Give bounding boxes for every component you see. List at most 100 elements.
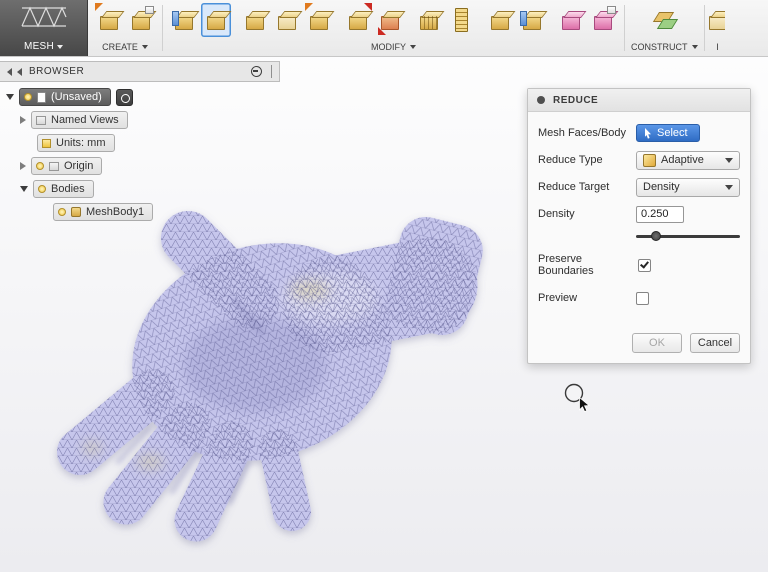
tree-item-meshbody1[interactable]: MeshBody1 [53, 203, 153, 221]
preserve-boundaries-checkbox[interactable] [638, 259, 651, 272]
drag-grip-icon[interactable] [537, 96, 545, 104]
visibility-bulb-icon[interactable] [38, 185, 46, 193]
browser-tree: (Unsaved) Named Views Units: mm [0, 82, 280, 222]
cube-glyph [100, 16, 118, 30]
merge-bodies-icon[interactable] [485, 3, 515, 37]
preview-label: Preview [538, 292, 577, 304]
density-slider-wrap [538, 231, 740, 242]
hatch-accent [421, 16, 437, 29]
visibility-bulb-icon[interactable] [58, 208, 66, 216]
preserve-boundaries-label: Preserve Boundaries [538, 253, 638, 277]
midplane-icon[interactable] [649, 3, 679, 37]
expander-closed-icon[interactable] [20, 116, 26, 124]
toolbar-group-partial: I [705, 0, 725, 56]
cube-glyph [562, 16, 580, 30]
tree-item-bodies[interactable]: Bodies [33, 180, 94, 198]
cube-glyph [594, 16, 612, 30]
browser-header: BROWSER [0, 61, 280, 82]
mini-cube-accent [145, 6, 154, 14]
mesh-faces-row: Mesh Faces/Body Select [538, 123, 740, 143]
reduce-dialog-body: Mesh Faces/Body Select Reduce Type Adap [528, 112, 750, 308]
red-arrow-accent [364, 3, 372, 11]
reduce-type-control: Adaptive [636, 151, 740, 170]
chevron-down-icon [725, 185, 733, 190]
cube-glyph [246, 16, 264, 30]
expander-open-icon[interactable] [20, 186, 28, 192]
partial-menu[interactable]: I [716, 42, 719, 53]
clipped-tool-icon[interactable] [705, 3, 725, 37]
create-mesh-section-icon[interactable] [126, 3, 156, 37]
reduce-type-value: Adaptive [661, 154, 720, 166]
mesh-grid-icon [21, 3, 67, 29]
folder-icon [36, 116, 46, 125]
select-button-label: Select [657, 127, 688, 139]
plane-cut-icon[interactable] [343, 3, 373, 37]
mesh-tab-label: MESH [24, 41, 63, 52]
expander-open-icon[interactable] [6, 94, 14, 100]
smooth-icon[interactable] [304, 3, 334, 37]
construct-menu[interactable]: CONSTRUCT [631, 42, 698, 53]
reduce-type-dropdown[interactable]: Adaptive [636, 151, 740, 170]
red-arrow-accent [378, 27, 386, 35]
tree-item-origin[interactable]: Origin [31, 157, 102, 175]
delete-faces-icon[interactable] [414, 3, 444, 37]
mesh-tab-text: MESH [24, 41, 54, 52]
tree-row-document: (Unsaved) [0, 87, 280, 107]
tree-item-unsaved[interactable]: (Unsaved) [19, 88, 111, 106]
reduce-dialog: REDUCE Mesh Faces/Body Select Reduce Typ… [527, 88, 751, 364]
preserve-boundaries-row: Preserve Boundaries [538, 255, 740, 275]
make-closed-mesh-icon[interactable] [240, 3, 270, 37]
toolbar-group-create: CREATE [88, 0, 162, 56]
density-control [636, 206, 740, 223]
density-slider[interactable] [636, 231, 740, 242]
insert-mesh-icon[interactable] [94, 3, 124, 37]
tree-item-label: MeshBody1 [86, 206, 144, 218]
preview-checkbox[interactable] [636, 292, 649, 305]
expander-closed-icon[interactable] [20, 162, 26, 170]
remesh-icon[interactable] [169, 3, 199, 37]
tab-mesh[interactable]: MESH [0, 0, 88, 56]
slider-thumb[interactable] [651, 231, 661, 241]
separate-icon[interactable] [446, 3, 476, 37]
collapse-browser-icon[interactable] [7, 68, 12, 76]
cube-glyph [349, 16, 367, 30]
mouse-cursor [563, 382, 593, 414]
face-groups-icon[interactable] [517, 3, 547, 37]
create-menu[interactable]: CREATE [102, 42, 148, 53]
active-document-indicator-icon[interactable] [116, 89, 133, 106]
chevron-down-icon [725, 158, 733, 163]
visibility-bulb-icon[interactable] [36, 162, 44, 170]
cube-glyph [491, 16, 509, 30]
reverse-normal-icon[interactable] [375, 3, 405, 37]
texture-map-icon[interactable] [588, 3, 618, 37]
reduce-target-control: Density [636, 178, 740, 197]
reduce-target-row: Reduce Target Density [538, 177, 740, 197]
origin-icon [49, 162, 59, 171]
dialog-title: REDUCE [553, 95, 598, 106]
erase-and-fill-icon[interactable] [272, 3, 302, 37]
browser-panel: BROWSER (Unsaved) Named Views [0, 61, 280, 225]
reduce-type-label: Reduce Type [538, 154, 603, 166]
reduce-icon[interactable] [201, 3, 231, 37]
modify-menu[interactable]: MODIFY [371, 42, 416, 53]
visibility-bulb-icon[interactable] [24, 93, 32, 101]
tree-row-bodies: Bodies [0, 179, 280, 199]
mesh-faces-label: Mesh Faces/Body [538, 127, 626, 139]
density-input[interactable] [636, 206, 684, 223]
select-button[interactable]: Select [636, 124, 700, 142]
reduce-dialog-header[interactable]: REDUCE [528, 89, 750, 112]
paint-mesh-icon[interactable] [556, 3, 586, 37]
construct-icons-row [649, 3, 679, 37]
cancel-button[interactable]: Cancel [690, 333, 740, 353]
reduce-target-dropdown[interactable]: Density [636, 178, 740, 197]
ok-button[interactable]: OK [632, 333, 682, 353]
mesh-faces-control: Select [636, 124, 740, 142]
reduce-target-value: Density [643, 181, 720, 193]
tree-item-units[interactable]: Units: mm [37, 134, 115, 152]
tree-item-label: (Unsaved) [51, 91, 102, 103]
cube-glyph [207, 16, 225, 30]
tree-item-named-views[interactable]: Named Views [31, 111, 128, 129]
fusion-app-window: MESH CREATE [0, 0, 768, 572]
collapse-browser-icon[interactable] [17, 68, 22, 76]
browser-display-options-icon[interactable] [251, 66, 262, 77]
